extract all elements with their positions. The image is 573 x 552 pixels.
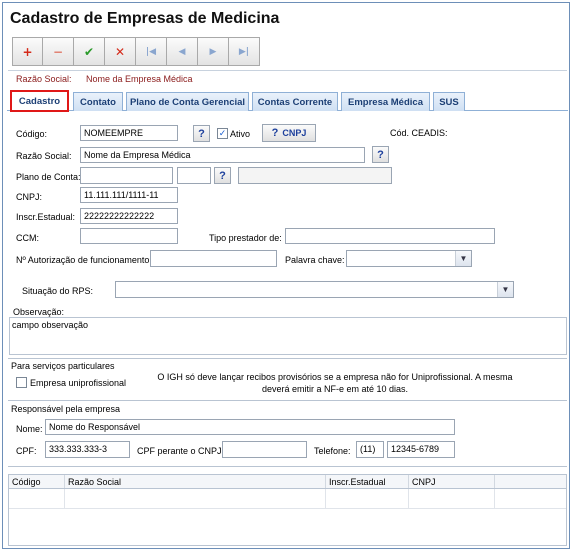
situacao-rps-label: Situação do RPS: [22,286,94,296]
first-record-button[interactable]: |◀ [136,37,167,66]
remove-button[interactable]: − [43,37,74,66]
tab-contas-corrente[interactable]: Contas Corrente [252,92,338,111]
section-divider [8,466,567,467]
add-button[interactable]: + [12,37,43,66]
razao-lookup-button[interactable]: ? [372,146,389,163]
uniprofissional-notice: O IGH só deve lançar recibos provisórios… [150,371,520,395]
minus-icon: − [52,44,64,59]
previous-icon: ◀ [178,46,186,57]
plano-conta-lookup-button[interactable]: ? [214,167,231,184]
first-icon: |◀ [145,46,157,57]
grid-cell-divider [326,489,409,509]
chevron-down-icon: ▼ [455,251,471,266]
tipo-prestador-field[interactable] [285,228,495,244]
section-divider [8,358,567,359]
plano-conta-field-1[interactable] [80,167,173,184]
cpf-cnpj-label: CPF perante o CNPJ: [137,446,225,456]
next-icon: ▶ [209,46,217,57]
check-icon: ✔ [83,44,95,59]
inscr-estadual-label: Inscr.Estadual: [16,212,76,222]
ativo-checkbox[interactable]: ✓ [217,128,228,139]
last-icon: ▶| [238,46,250,57]
responsavel-heading: Responsável pela empresa [11,404,121,414]
autorizacao-field[interactable] [150,250,277,267]
telefone-label: Telefone: [314,446,351,456]
notice-line-1: O IGH só deve lançar recibos provisórios… [157,372,513,382]
question-icon: ? [377,148,384,161]
cpf-field[interactable]: 333.333.333-3 [45,441,130,458]
question-icon: ? [198,127,205,140]
grid-cell-divider [9,489,65,509]
cnpj-label: CNPJ: [16,192,43,202]
inscr-estadual-field[interactable]: 22222222222222 [80,208,178,224]
tab-bar: Cadastro Contato Plano de Conta Gerencia… [7,90,568,112]
observacao-label: Observação: [13,307,65,317]
observacao-text: campo observação [12,320,89,330]
plus-icon: + [22,44,33,59]
section-divider [8,400,567,401]
grid-col-inscr-estadual[interactable]: Inscr.Estadual [326,475,409,488]
toolbar: + − ✔ ✕ |◀ ◀ ▶ ▶| [12,37,260,66]
plano-conta-label: Plano de Conta: [16,172,81,182]
ddd-field[interactable]: (11) [356,441,384,458]
record-infobar: Razão Social: Nome da Empresa Médica [8,70,567,88]
nome-label: Nome: [16,424,43,434]
grid-cell-divider [65,489,326,509]
cnpj-field[interactable]: 11.111.111/1111-11 [80,187,178,203]
cnpj-lookup-button[interactable]: ? CNPJ [262,124,316,142]
ativo-label: Ativo [230,129,251,139]
tab-plano-conta-gerencial[interactable]: Plano de Conta Gerencial [126,92,249,111]
cancel-button[interactable]: ✕ [105,37,136,66]
ccm-field[interactable] [80,228,178,244]
chevron-down-icon: ▼ [497,282,513,297]
x-icon: ✕ [114,44,126,59]
grid-col-cnpj[interactable]: CNPJ [409,475,495,488]
question-icon: ? [271,127,279,139]
notice-line-2: deverá emitir a NF-e em até 10 dias. [261,384,409,394]
codigo-field[interactable]: NOMEEMPRE [80,125,178,141]
next-record-button[interactable]: ▶ [198,37,229,66]
particulares-heading: Para serviços particulares [11,361,115,371]
previous-record-button[interactable]: ◀ [167,37,198,66]
nome-responsavel-field[interactable]: Nome do Responsável [45,419,455,435]
palavra-chave-select[interactable]: ▼ [346,250,472,267]
grid-row-divider [9,508,566,509]
last-record-button[interactable]: ▶| [229,37,260,66]
uniprofissional-label: Empresa uniprofissional [30,378,127,388]
cpf-cnpj-field[interactable] [222,441,307,458]
infobar-label: Razão Social: [16,74,72,84]
observacao-textarea[interactable]: campo observação [9,317,567,355]
codigo-label: Código: [16,129,48,139]
ccm-label: CCM: [16,233,39,243]
plano-conta-field-2[interactable] [177,167,211,184]
tab-cadastro[interactable]: Cadastro [10,90,69,112]
grid-header: Código Razão Social Inscr.Estadual CNPJ [8,474,567,489]
tab-sus[interactable]: SUS [433,92,465,111]
telefone-field[interactable]: 12345-6789 [387,441,455,458]
confirm-button[interactable]: ✔ [74,37,105,66]
grid-cell-divider [409,489,495,509]
grid-col-razao-social[interactable]: Razão Social [65,475,326,488]
cnpj-button-label: CNPJ [282,128,307,138]
uniprofissional-checkbox[interactable] [16,377,27,388]
tab-contato[interactable]: Contato [73,92,123,111]
palavra-chave-label: Palavra chave: [285,255,345,265]
situacao-rps-select[interactable]: ▼ [115,281,514,298]
infobar-value: Nome da Empresa Médica [86,74,193,84]
cpf-label: CPF: [16,446,37,456]
grid-body[interactable] [8,489,567,546]
grid-col-codigo[interactable]: Código [9,475,65,488]
page-title: Cadastro de Empresas de Medicina [10,10,280,27]
tab-empresa-medica[interactable]: Empresa Médica [341,92,430,111]
plano-conta-description [238,167,392,184]
question-icon: ? [219,169,226,182]
autorizacao-label: Nº Autorização de funcionamento: [16,255,152,265]
codigo-lookup-button[interactable]: ? [193,125,210,142]
razao-social-label: Razão Social: [16,151,72,161]
razao-social-field[interactable]: Nome da Empresa Médica [80,147,365,163]
ceadis-label: Cód. CEADIS: [390,128,448,138]
tipo-prestador-label: Tipo prestador de: [209,233,282,243]
